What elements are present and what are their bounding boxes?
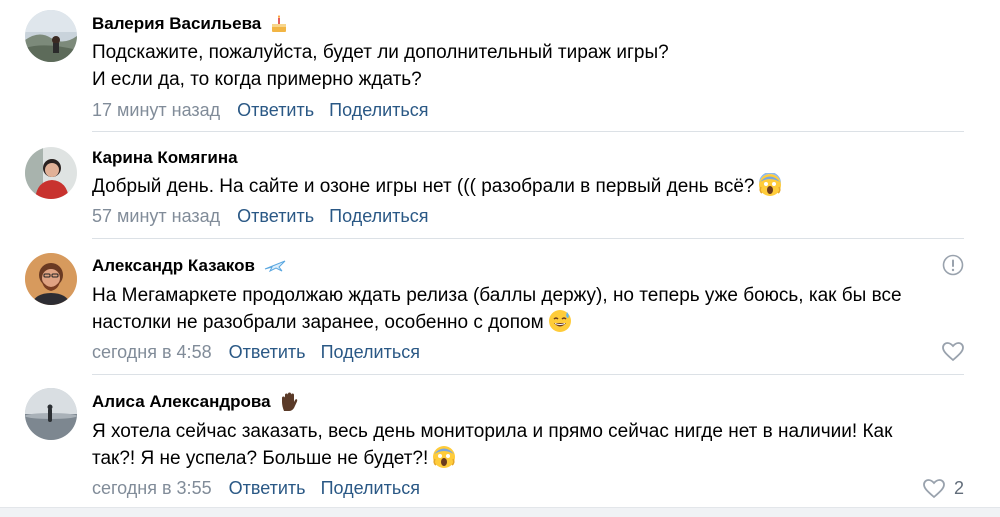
comment-line: так?! Я не успела? Больше не будет?! xyxy=(92,445,972,472)
like-button[interactable]: 2 xyxy=(923,478,964,499)
comment-meta: 17 минут назад Ответить Поделиться xyxy=(92,100,429,121)
comment-text: На Мегамаркете продолжаю ждать релиза (б… xyxy=(92,282,972,336)
timestamp[interactable]: 17 минут назад xyxy=(92,100,220,120)
comment-line-text: настолки не разобрали заранее, особенно … xyxy=(92,312,544,333)
avatar[interactable] xyxy=(25,253,77,305)
avatar[interactable] xyxy=(25,10,77,62)
reply-button[interactable]: Ответить xyxy=(229,342,306,362)
sweat-smile-emoji-icon xyxy=(548,309,572,333)
heart-icon xyxy=(942,342,964,362)
divider xyxy=(92,131,964,132)
comment-meta: сегодня в 3:55 Ответить Поделиться xyxy=(92,478,420,499)
comment-author[interactable]: Алиса Александрова xyxy=(92,392,298,412)
comment-text: Подскажите, пожалуйста, будет ли дополни… xyxy=(92,39,972,93)
comment-text: Добрый день. На сайте и озоне игры нет (… xyxy=(92,172,972,200)
timestamp[interactable]: сегодня в 4:58 xyxy=(92,342,212,362)
comment-line: настолки не разобрали заранее, особенно … xyxy=(92,309,972,336)
timestamp[interactable]: 57 минут назад xyxy=(92,206,220,226)
share-button[interactable]: Поделиться xyxy=(321,478,420,498)
heart-icon xyxy=(923,478,945,498)
comment-meta: 57 минут назад Ответить Поделиться xyxy=(92,206,429,227)
comment-author[interactable]: Валерия Васильева xyxy=(92,14,288,34)
comment-text: Я хотела сейчас заказать, весь день мони… xyxy=(92,418,972,472)
comment-line-text: так?! Я не успела? Больше не будет?! xyxy=(92,448,429,469)
scream-emoji-icon xyxy=(758,172,782,197)
reply-button[interactable]: Ответить xyxy=(237,100,314,120)
author-name[interactable]: Александр Казаков xyxy=(92,256,255,276)
comment-author[interactable]: Карина Комягина xyxy=(92,148,238,168)
author-name[interactable]: Валерия Васильева xyxy=(92,14,261,34)
comment-line: И если да, то когда примерно ждать? xyxy=(92,69,422,90)
reply-button[interactable]: Ответить xyxy=(229,478,306,498)
divider xyxy=(92,238,964,239)
author-name[interactable]: Алиса Александрова xyxy=(92,392,271,412)
like-count: 2 xyxy=(954,478,965,498)
share-button[interactable]: Поделиться xyxy=(321,342,420,362)
avatar[interactable] xyxy=(25,147,77,199)
avatar[interactable] xyxy=(25,388,77,440)
cake-icon xyxy=(270,15,288,33)
comment-line: Добрый день. На сайте и озоне игры нет (… xyxy=(92,172,972,200)
plane-icon xyxy=(264,259,286,273)
reply-button[interactable]: Ответить xyxy=(237,206,314,226)
timestamp[interactable]: сегодня в 3:55 xyxy=(92,478,212,498)
comment-meta: сегодня в 4:58 Ответить Поделиться xyxy=(92,342,420,363)
share-button[interactable]: Поделиться xyxy=(329,206,428,226)
comment-line: Подскажите, пожалуйста, будет ли дополни… xyxy=(92,42,669,63)
comment-line-text: Добрый день. На сайте и озоне игры нет (… xyxy=(92,176,755,197)
like-button[interactable] xyxy=(942,342,964,362)
raised-hand-icon xyxy=(280,392,298,412)
scream-emoji-icon xyxy=(432,445,456,469)
share-button[interactable]: Поделиться xyxy=(329,100,428,120)
divider xyxy=(92,374,964,375)
comment-line: На Мегамаркете продолжаю ждать релиза (б… xyxy=(92,285,902,306)
author-name[interactable]: Карина Комягина xyxy=(92,148,238,168)
report-icon[interactable] xyxy=(942,254,964,276)
comment-author[interactable]: Александр Казаков xyxy=(92,256,286,276)
comment-line: Я хотела сейчас заказать, весь день мони… xyxy=(92,421,893,442)
